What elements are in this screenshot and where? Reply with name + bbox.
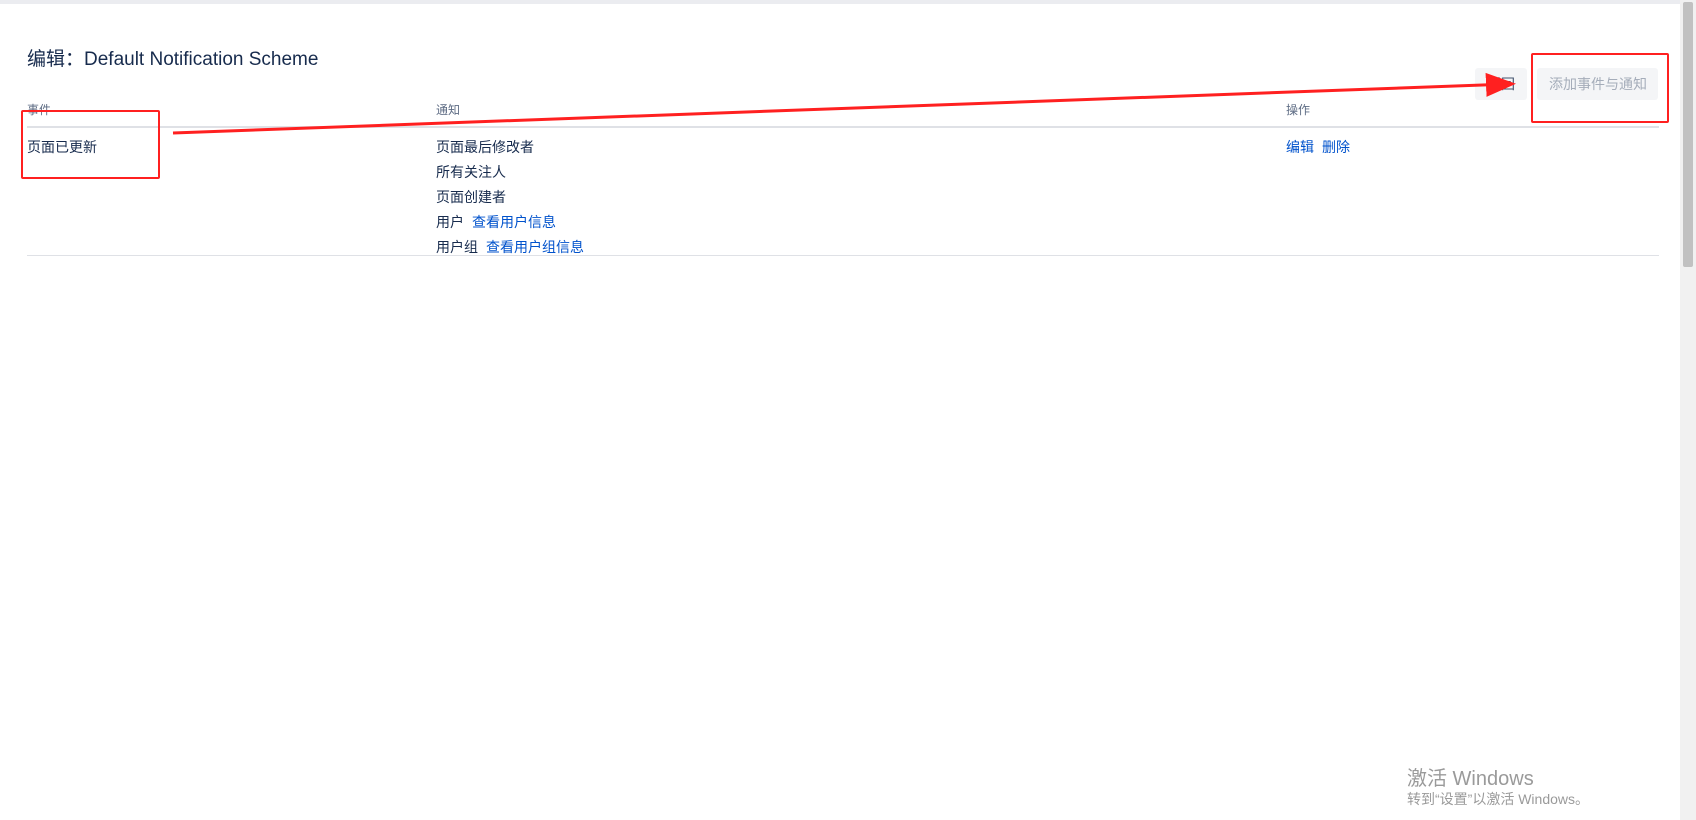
windows-activation-title: 激活 Windows xyxy=(1407,768,1534,790)
table-row-divider xyxy=(27,255,1659,256)
delete-link[interactable]: 删除 xyxy=(1322,137,1350,157)
notification-item: 页面最后修改者 xyxy=(436,139,534,155)
top-border xyxy=(0,0,1680,4)
view-user-info-link[interactable]: 查看用户信息 xyxy=(472,214,556,230)
scrollbar-thumb[interactable] xyxy=(1683,2,1693,267)
edit-link[interactable]: 编辑 xyxy=(1286,137,1314,157)
view-group-info-link[interactable]: 查看用户组信息 xyxy=(486,239,584,255)
page-title: 编辑：Default Notification Scheme xyxy=(27,49,319,70)
notification-item: 页面创建者 xyxy=(436,189,506,205)
notification-item-user: 用户 查看用户信息 xyxy=(436,212,556,232)
windows-activation-subtitle: 转到“设置”以激活 Windows。 xyxy=(1407,791,1590,807)
annotation-arrow xyxy=(172,72,1516,135)
annotation-highlight-add-button xyxy=(1531,53,1669,123)
notification-item-group: 用户组 查看用户组信息 xyxy=(436,237,584,257)
notification-item-label: 用户 xyxy=(436,214,464,230)
notification-item: 所有关注人 xyxy=(436,164,506,180)
back-button[interactable]: 返回 xyxy=(1475,68,1527,100)
notification-item-label: 用户组 xyxy=(436,239,478,255)
column-header-actions: 操作 xyxy=(1286,103,1311,117)
column-header-notification: 通知 xyxy=(436,103,461,117)
table-header-divider xyxy=(27,126,1659,128)
annotation-highlight-event xyxy=(21,110,160,179)
